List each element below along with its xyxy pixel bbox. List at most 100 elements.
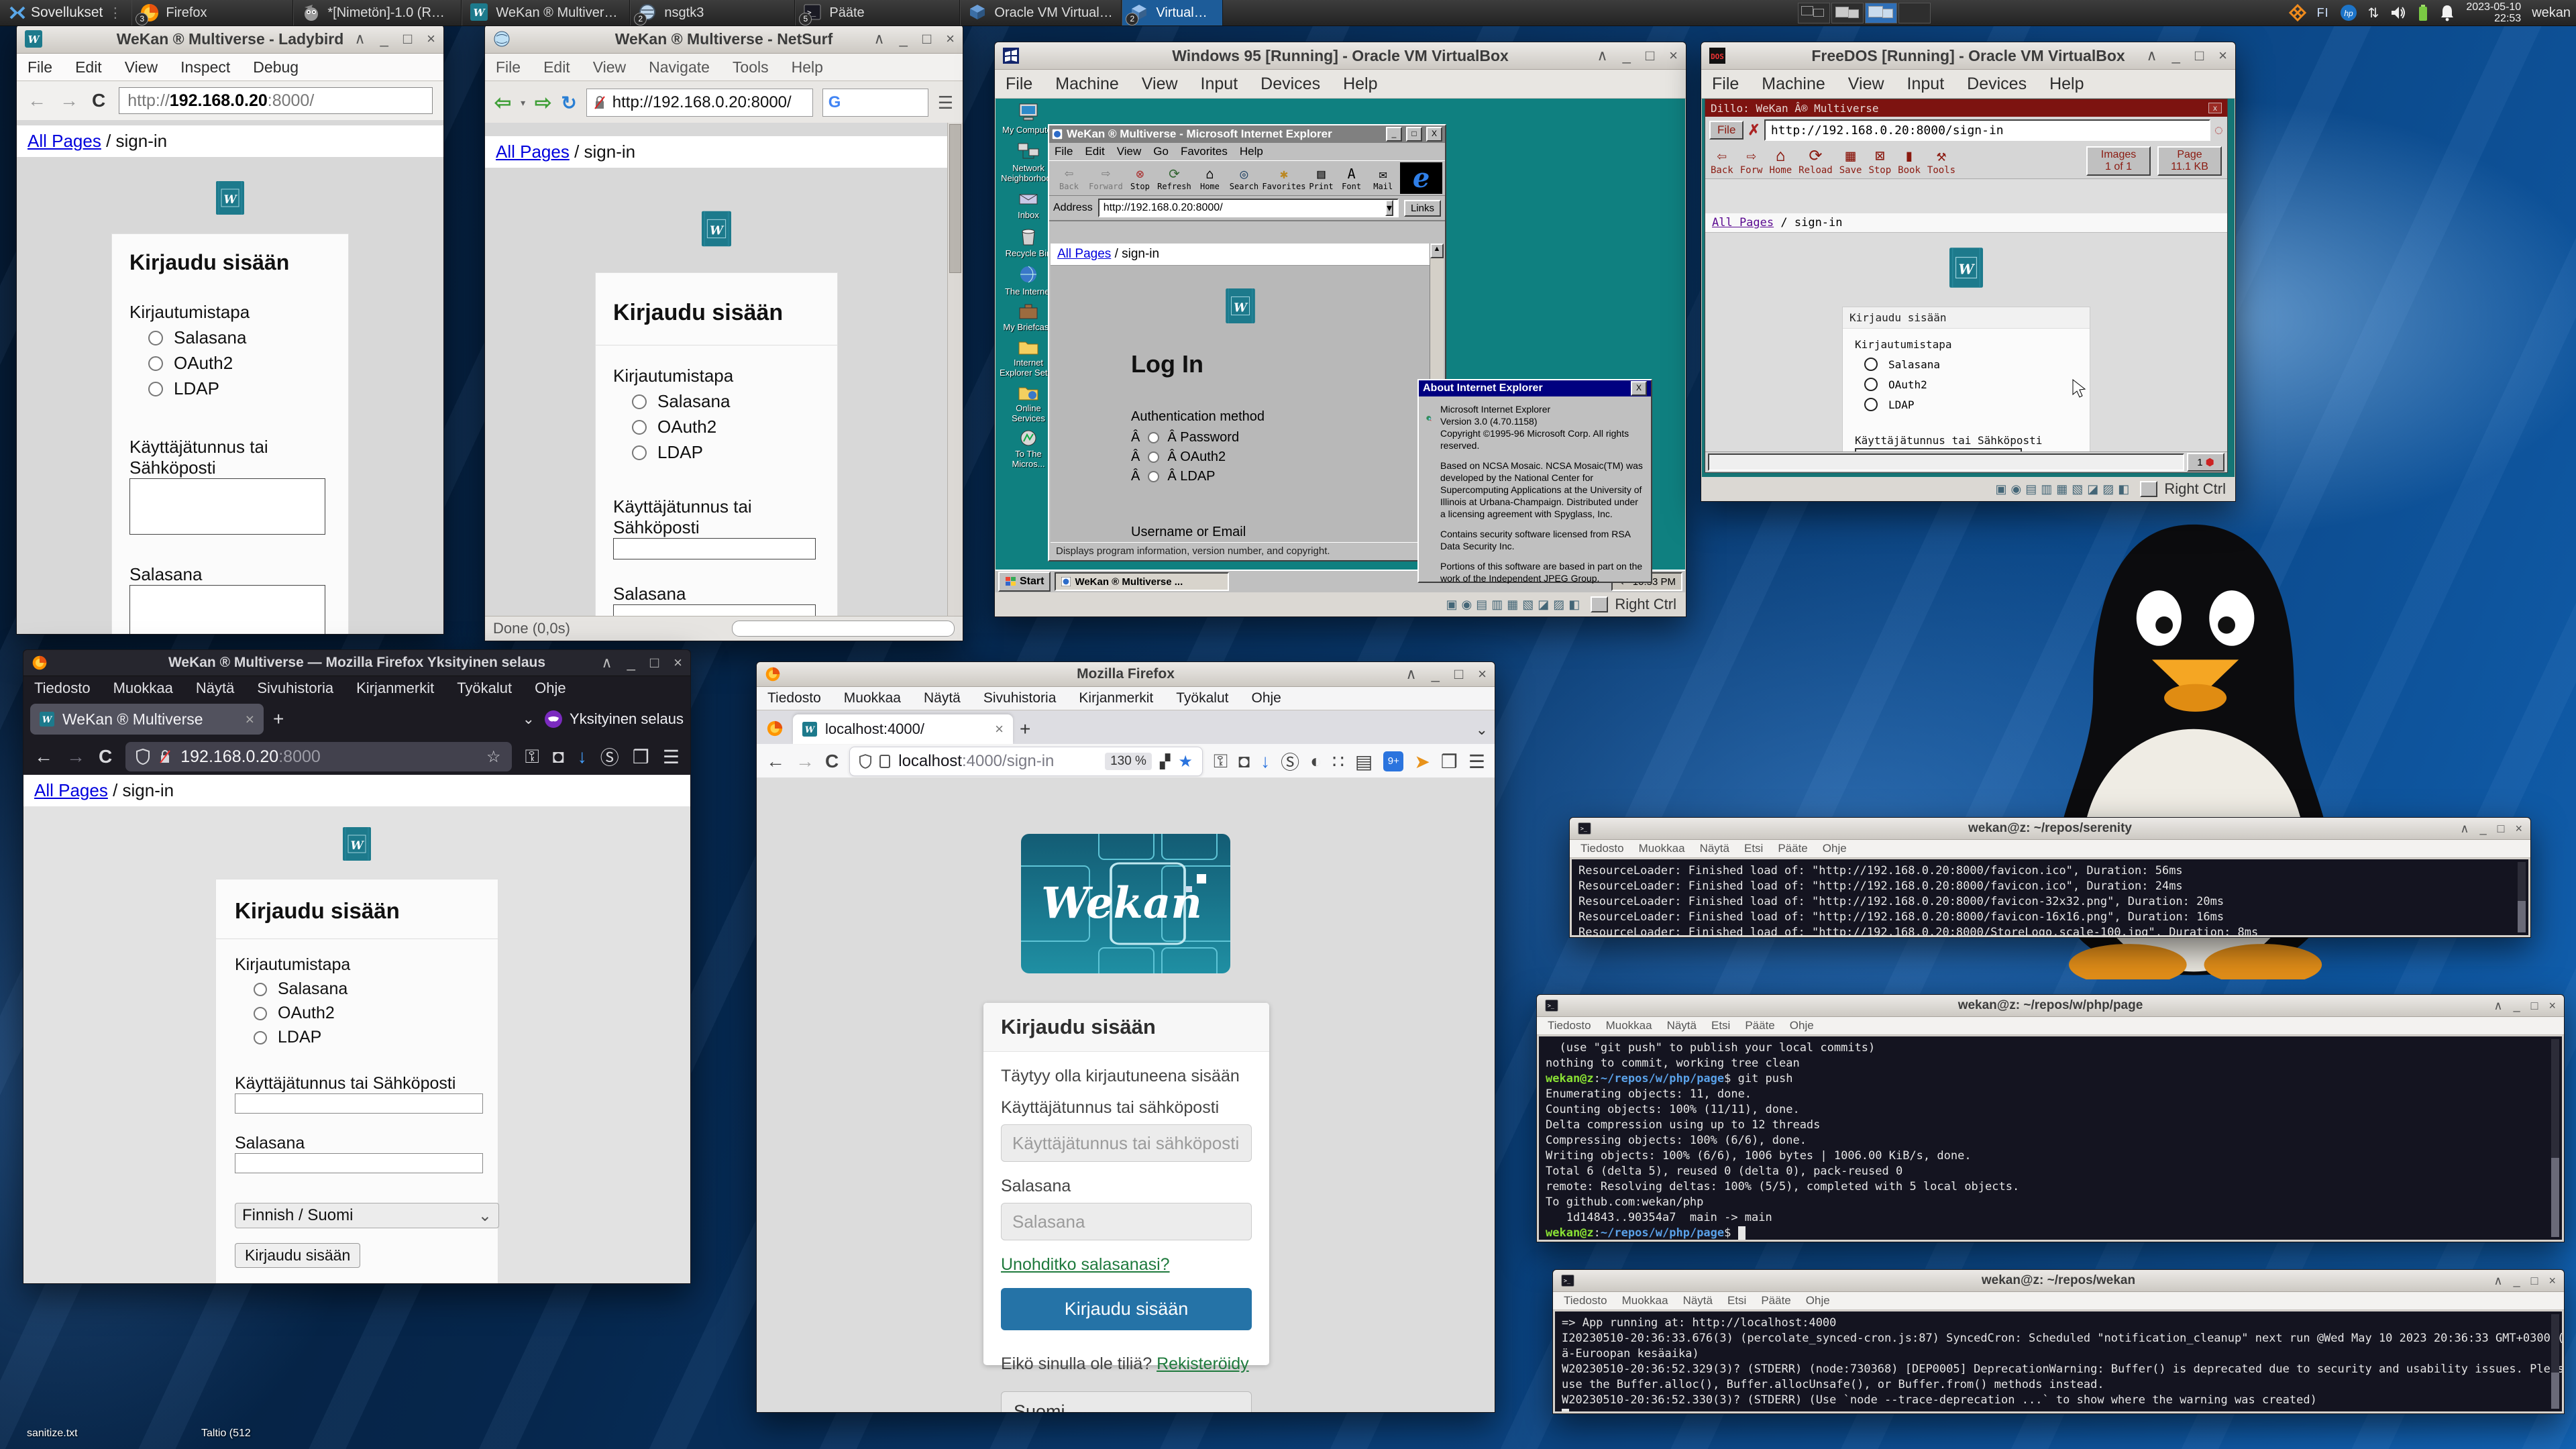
radio-oauth2[interactable]	[1864, 378, 1878, 391]
tab-list-chevron-icon[interactable]: ⌄	[523, 710, 535, 728]
shade-button[interactable]: ∧	[873, 30, 884, 48]
menu-tiedosto[interactable]: Tiedosto	[1548, 1019, 1591, 1032]
app-menu-icon[interactable]: ☰	[663, 746, 680, 768]
menu-edit[interactable]: Edit	[543, 58, 570, 76]
dillo-stop-x-icon[interactable]: ✗	[1748, 121, 1760, 139]
keyboard-layout-indicator[interactable]: FI	[2317, 6, 2329, 20]
bookmark-star-icon[interactable]: ☆	[486, 747, 501, 767]
menu-paate[interactable]: Pääte	[1778, 842, 1807, 855]
insecure-lock-icon[interactable]	[159, 749, 171, 764]
taskbar-item-firefox[interactable]: 3 Firefox	[131, 0, 293, 25]
minimize-button[interactable]: _	[627, 654, 635, 672]
menu-input[interactable]: Input	[1201, 74, 1238, 94]
password-manager-icon[interactable]: ⚿	[1214, 751, 1228, 773]
register-link[interactable]: Rekisteröidy	[1157, 1354, 1249, 1373]
dillo-file-button[interactable]: File	[1709, 121, 1743, 140]
radio-oauth2[interactable]	[632, 420, 647, 435]
t3-terminal-output[interactable]: => App running at: http://localhost:4000…	[1555, 1311, 2562, 1411]
language-select[interactable]: Finnish / Suomi⌄	[235, 1203, 499, 1228]
volume-icon[interactable]	[2390, 4, 2407, 21]
radio-salasana[interactable]	[1864, 358, 1878, 371]
ie-back-button[interactable]: ⇦Back	[1052, 162, 1086, 194]
desktop-file-taltio[interactable]: Taltio (512	[201, 1428, 251, 1440]
close-button[interactable]: ×	[2548, 999, 2556, 1013]
maximize-button[interactable]: □	[403, 30, 412, 48]
radio-ldap[interactable]	[1148, 471, 1159, 482]
menu-nayta[interactable]: Näytä	[196, 680, 234, 697]
workspace-switcher[interactable]	[1798, 3, 1931, 23]
firefox-icon[interactable]	[766, 720, 784, 737]
back-icon[interactable]: ←	[28, 90, 46, 111]
menu-tiedosto[interactable]: Tiedosto	[767, 690, 821, 706]
menu-help[interactable]: Help	[792, 58, 823, 76]
puzzle-extension-icon[interactable]: ❒	[1441, 751, 1458, 773]
reload-icon[interactable]: C	[92, 90, 105, 111]
menu-tyokalut[interactable]: Työkalut	[457, 680, 512, 697]
close-button[interactable]: ×	[2548, 1274, 2556, 1288]
menu-go[interactable]: Go	[1153, 145, 1169, 158]
reload-icon[interactable]: C	[99, 746, 112, 767]
dillo-home-button[interactable]: ⌂Home	[1769, 146, 1792, 176]
menu-ohje[interactable]: Ohje	[1790, 1019, 1814, 1032]
menu-ohje[interactable]: Ohje	[1823, 842, 1847, 855]
menu-tiedosto[interactable]: Tiedosto	[1580, 842, 1624, 855]
taskbar-item-wekan[interactable]: W WeKan ® Multiverse - L...	[462, 0, 630, 25]
ublock-shield-icon[interactable]: ◘	[553, 746, 564, 767]
menu-help[interactable]: Help	[1343, 74, 1377, 94]
menu-paate[interactable]: Pääte	[1761, 1294, 1790, 1307]
radio-ldap[interactable]	[148, 382, 163, 396]
menu-machine[interactable]: Machine	[1055, 74, 1119, 94]
shade-button[interactable]: ∧	[2493, 1274, 2502, 1288]
menu-view[interactable]: View	[1117, 145, 1142, 158]
menu-tiedosto[interactable]: Tiedosto	[34, 680, 91, 697]
password-input[interactable]	[235, 1153, 483, 1173]
maximize-button[interactable]: □	[1646, 47, 1654, 64]
radio-oauth2[interactable]	[1148, 451, 1159, 463]
noscript-badge-icon[interactable]: 9+	[1383, 751, 1403, 771]
ffm-titlebar[interactable]: Mozilla Firefox ∧_□×	[757, 662, 1495, 687]
menu-edit[interactable]: Edit	[75, 58, 102, 76]
back-icon[interactable]: ←	[766, 751, 785, 772]
dillo-back-button[interactable]: ⇦Back	[1711, 146, 1733, 176]
maximize-button[interactable]: □	[922, 30, 931, 48]
url-bar[interactable]: http://192.168.0.20:8000/	[586, 89, 813, 117]
menu-file[interactable]: File	[496, 58, 521, 76]
page-info-icon[interactable]	[879, 755, 890, 768]
radio-salasana[interactable]	[632, 394, 647, 409]
ie-print-button[interactable]: ▤Print	[1307, 162, 1336, 194]
breadcrumb-all-pages-link[interactable]: All Pages	[1712, 216, 1774, 229]
ladybird-titlebar[interactable]: W WeKan ® Multiverse - Ladybird ∧_□×	[17, 25, 443, 54]
forward-icon[interactable]: →	[60, 90, 78, 111]
ie-mail-button[interactable]: ✉Mail	[1367, 162, 1399, 194]
ffp-titlebar[interactable]: WeKan ® Multiverse — Mozilla Firefox Yks…	[23, 650, 690, 676]
web-search-box[interactable]: G	[822, 89, 928, 117]
menu-debug[interactable]: Debug	[253, 58, 299, 76]
workspace-4[interactable]	[1898, 3, 1931, 23]
t1-scrollbar[interactable]	[2518, 862, 2526, 932]
app-menu-icon[interactable]: ☰	[1468, 751, 1485, 773]
menu-muokkaa[interactable]: Muokkaa	[1622, 1294, 1668, 1307]
workspace-1[interactable]	[1798, 3, 1830, 23]
t2-titlebar[interactable]: >_ wekan@z: ~/repos/w/php/page ∧_□×	[1537, 995, 2564, 1017]
tab-list-chevron-icon[interactable]: ⌄	[1476, 721, 1488, 739]
menu-file[interactable]: File	[1055, 145, 1073, 158]
ie-url-field[interactable]: http://192.168.0.20:8000/▾	[1098, 199, 1399, 217]
menu-etsi[interactable]: Etsi	[1744, 842, 1763, 855]
menu-tyokalut[interactable]: Työkalut	[1176, 690, 1228, 706]
maximize-button[interactable]: □	[2531, 1274, 2538, 1288]
maximize-button[interactable]: □	[2195, 47, 2204, 64]
menu-inspect[interactable]: Inspect	[180, 58, 230, 76]
close-button[interactable]: ×	[674, 654, 682, 672]
ie-minimize-button[interactable]: _	[1386, 127, 1402, 142]
vbox95-titlebar[interactable]: Windows 95 [Running] - Oracle VM Virtual…	[995, 42, 1686, 70]
dillo-titlebar[interactable]: Dillo: WeKan Â® Multiverse x	[1705, 99, 2227, 117]
shade-button[interactable]: ∧	[2146, 47, 2157, 64]
minimize-button[interactable]: _	[900, 30, 908, 48]
taskbar-item-virtualboxvm[interactable]: 2 VirtualBoxVM	[1122, 0, 1223, 25]
clock[interactable]: 2023-05-10 22:53	[2466, 1, 2521, 24]
reader-mode-icon[interactable]: ▞	[1160, 753, 1170, 770]
workspace-3-active[interactable]	[1865, 3, 1897, 23]
t3-scrollbar[interactable]	[2551, 1314, 2559, 1409]
radio-ldap[interactable]	[254, 1031, 267, 1044]
menu-edit[interactable]: Edit	[1085, 145, 1104, 158]
